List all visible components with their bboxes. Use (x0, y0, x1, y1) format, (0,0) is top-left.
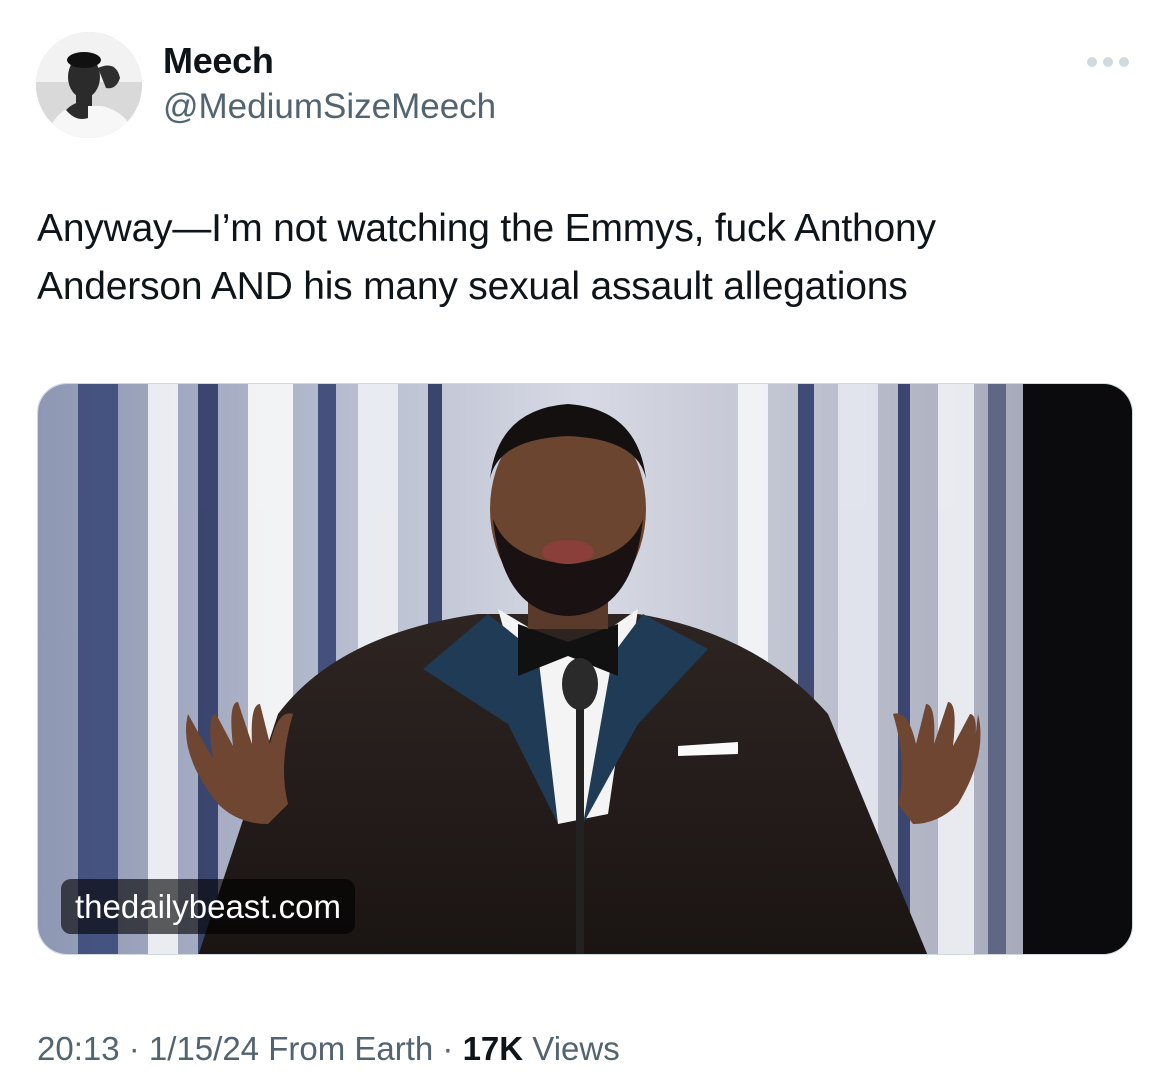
tweet-time[interactable]: 20:13 (37, 1030, 120, 1067)
media-photo (38, 384, 1132, 954)
avatar-photo-icon (36, 32, 142, 138)
author-display-name[interactable]: Meech (163, 38, 274, 84)
tweet-media-image[interactable]: thedailybeast.com (37, 383, 1133, 955)
tweet-location: From Earth (259, 1030, 434, 1067)
tweet: Meech @MediumSizeMeech Anyway—I’m not wa… (0, 0, 1170, 1085)
views-count[interactable]: 17K (463, 1030, 524, 1067)
media-source-badge[interactable]: thedailybeast.com (61, 879, 355, 934)
author-avatar[interactable] (36, 32, 142, 138)
tweet-meta: 20:13 · 1/15/24 From Earth · 17K Views (37, 1027, 620, 1071)
author-handle[interactable]: @MediumSizeMeech (163, 84, 496, 130)
meta-separator: · (433, 1030, 463, 1067)
tweet-text-line: Anderson AND his many sexual assault all… (37, 265, 908, 308)
more-options-icon[interactable] (1084, 50, 1132, 74)
meta-separator: · (119, 1030, 149, 1067)
tweet-date[interactable]: 1/15/24 (149, 1030, 259, 1067)
tweet-text-line: Anyway—I’m not watching the Emmys, fuck … (37, 207, 936, 250)
views-label: Views (523, 1030, 620, 1067)
tweet-text: Anyway—I’m not watching the Emmys, fuck … (37, 200, 1137, 316)
